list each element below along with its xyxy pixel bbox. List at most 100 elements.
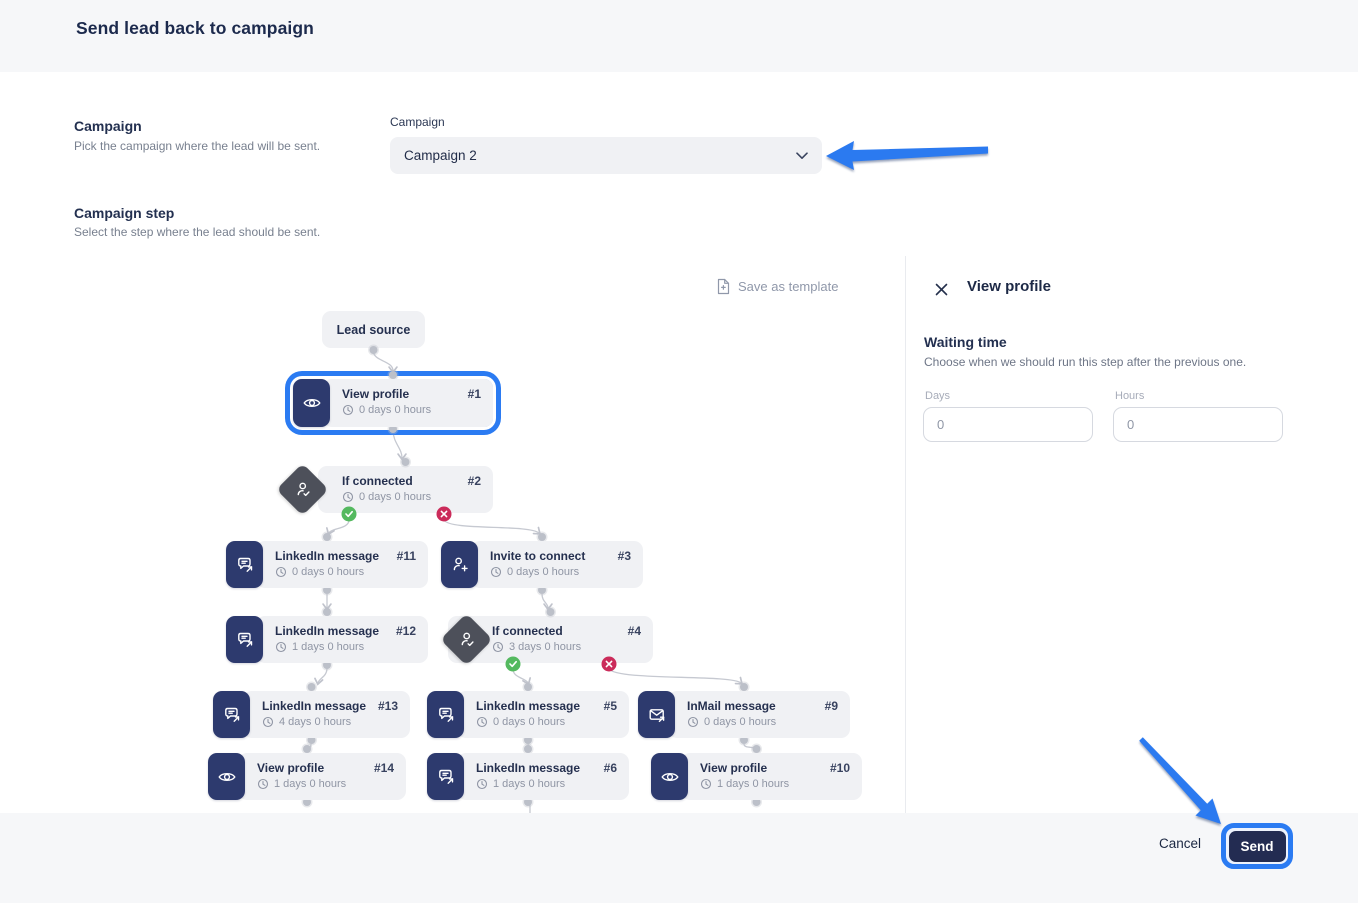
- days-label: Days: [925, 390, 950, 402]
- mail-icon: [638, 691, 675, 738]
- node-title: If connected: [492, 624, 563, 638]
- modal-footer: [0, 813, 1358, 903]
- node-wait-time: 1 days 0 hours: [700, 778, 850, 790]
- message-icon: [226, 541, 263, 588]
- flow-node-step-10[interactable]: View profile#101 days 0 hours: [651, 753, 862, 800]
- flow-node-step-9[interactable]: InMail message #9 0 days 0 hours: [638, 691, 850, 738]
- flow-node-step-2[interactable]: If connected#20 days 0 hours: [318, 466, 493, 513]
- campaign-field-label: Campaign: [390, 115, 445, 129]
- node-number: #11: [397, 549, 416, 563]
- cancel-button[interactable]: Cancel: [1155, 834, 1205, 853]
- node-body: View profile #14 1 days 0 hours: [238, 753, 406, 800]
- node-body: View profile#101 days 0 hours: [681, 753, 862, 800]
- campaign-section-description: Pick the campaign where the lead will be…: [74, 139, 320, 153]
- message-icon: [427, 753, 464, 800]
- chevron-down-icon: [796, 152, 808, 160]
- flow-node-step-1[interactable]: View profile#10 days 0 hours: [293, 379, 493, 427]
- arrow-to-send-button: [1139, 737, 1221, 824]
- connector-port: [740, 683, 748, 691]
- node-body: LinkedIn message#50 days 0 hours: [457, 691, 629, 738]
- node-number: #2: [468, 474, 481, 488]
- flow-node-step-11[interactable]: LinkedIn message #11 0 days 0 hours: [226, 541, 428, 588]
- node-number: #13: [378, 699, 398, 713]
- message-icon: [427, 691, 464, 738]
- node-title: LinkedIn message: [476, 761, 580, 775]
- campaign-section-heading: Campaign: [74, 118, 142, 134]
- flow-node-lead-source[interactable]: Lead source: [322, 311, 425, 348]
- node-wait-time: 1 days 0 hours: [257, 778, 394, 790]
- connector-port: [323, 608, 331, 616]
- node-title: LinkedIn message: [275, 624, 379, 638]
- document-plus-icon: [716, 278, 731, 295]
- node-wait-time: 0 days 0 hours: [687, 716, 838, 728]
- clock-icon: [492, 641, 504, 653]
- send-button[interactable]: Send: [1229, 831, 1286, 862]
- waiting-time-heading: Waiting time: [924, 334, 1007, 350]
- node-title: Invite to connect: [490, 549, 585, 563]
- node-body: View profile#10 days 0 hours: [323, 379, 493, 427]
- campaign-select-value: Campaign 2: [404, 148, 477, 163]
- clock-icon: [342, 491, 354, 503]
- node-title: View profile: [700, 761, 767, 775]
- node-title: LinkedIn message: [476, 699, 580, 713]
- connector-port: [524, 745, 532, 753]
- flow-node-step-13[interactable]: LinkedIn message #13 4 days 0 hours: [213, 691, 410, 738]
- node-number: #14: [374, 761, 394, 775]
- message-icon: [213, 691, 250, 738]
- flow-node-step-5[interactable]: LinkedIn message#50 days 0 hours: [427, 691, 629, 738]
- message-icon: [226, 616, 263, 663]
- node-body: LinkedIn message #13 4 days 0 hours: [243, 691, 410, 738]
- node-title: View profile: [257, 761, 324, 775]
- node-number: #5: [604, 699, 617, 713]
- person-check-icon: [456, 630, 476, 650]
- node-wait-time: 0 days 0 hours: [275, 566, 416, 578]
- clock-icon: [257, 778, 269, 790]
- connector-port: [308, 683, 316, 691]
- flow-node-step-3[interactable]: Invite to connect#30 days 0 hours: [441, 541, 643, 588]
- save-as-template-label: Save as template: [738, 279, 838, 294]
- node-wait-time: 4 days 0 hours: [262, 716, 398, 728]
- campaign-select[interactable]: Campaign 2: [390, 137, 822, 174]
- modal-title: Send lead back to campaign: [76, 18, 314, 39]
- clock-icon: [476, 716, 488, 728]
- close-panel-button[interactable]: [932, 280, 950, 298]
- clock-icon: [262, 716, 274, 728]
- eye-icon: [208, 753, 245, 800]
- connector-port: [547, 608, 555, 616]
- flow-node-step-14[interactable]: View profile #14 1 days 0 hours: [208, 753, 406, 800]
- node-title: View profile: [342, 387, 409, 401]
- node-body: LinkedIn message #6 1 days 0 hours: [457, 753, 629, 800]
- clock-icon: [275, 641, 287, 653]
- connector-port: [753, 745, 761, 753]
- waiting-time-description: Choose when we should run this step afte…: [924, 355, 1246, 369]
- clock-icon: [490, 566, 502, 578]
- node-wait-time: 0 days 0 hours: [342, 491, 481, 503]
- node-number: #9: [825, 699, 838, 713]
- hours-label: Hours: [1115, 390, 1144, 402]
- connector-port: [323, 533, 331, 541]
- node-number: #6: [604, 761, 617, 775]
- days-input[interactable]: [923, 407, 1093, 442]
- save-as-template-button[interactable]: Save as template: [716, 278, 838, 295]
- node-body: InMail message #9 0 days 0 hours: [668, 691, 850, 738]
- clock-icon: [687, 716, 699, 728]
- node-body: LinkedIn message#121 days 0 hours: [256, 616, 428, 663]
- connector-port: [303, 745, 311, 753]
- eye-icon: [651, 753, 688, 800]
- connector-port: [389, 371, 397, 379]
- node-title: InMail message: [687, 699, 776, 713]
- clock-icon: [342, 404, 354, 416]
- connector-port: [402, 458, 410, 466]
- node-number: #4: [628, 624, 641, 638]
- node-body: Invite to connect#30 days 0 hours: [471, 541, 643, 588]
- connector-port: [538, 533, 546, 541]
- node-title: LinkedIn message: [262, 699, 366, 713]
- panel-title: View profile: [967, 278, 1051, 295]
- node-number: #3: [618, 549, 631, 563]
- node-wait-time: 1 days 0 hours: [476, 778, 617, 790]
- hours-input[interactable]: [1113, 407, 1283, 442]
- flow-node-step-6[interactable]: LinkedIn message #6 1 days 0 hours: [427, 753, 629, 800]
- flow-node-step-12[interactable]: LinkedIn message#121 days 0 hours: [226, 616, 428, 663]
- node-title: LinkedIn message: [275, 549, 379, 563]
- node-number: #1: [468, 387, 481, 401]
